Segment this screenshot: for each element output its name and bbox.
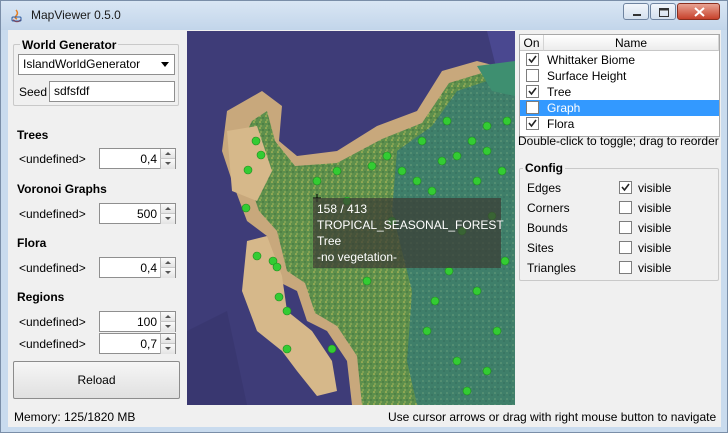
config-checkbox[interactable] bbox=[619, 221, 632, 234]
spinner-down-icon[interactable] bbox=[160, 322, 175, 332]
config-item-label: Corners bbox=[527, 201, 570, 215]
world-generator-title: World Generator bbox=[20, 38, 119, 52]
layer-checkbox[interactable] bbox=[526, 117, 539, 130]
layer-name: Flora bbox=[547, 117, 575, 131]
map-tooltip: 158 / 413 TROPICAL_SEASONAL_FOREST Tree … bbox=[313, 198, 504, 268]
layer-row[interactable]: Tree bbox=[520, 84, 719, 100]
config-checkbox[interactable] bbox=[619, 241, 632, 254]
close-button[interactable] bbox=[677, 3, 720, 20]
layer-checkbox[interactable] bbox=[526, 101, 539, 114]
config-item-label: Edges bbox=[527, 181, 562, 195]
spinner-up-icon[interactable] bbox=[160, 334, 175, 344]
config-title: Config bbox=[523, 161, 565, 175]
config-visible-label: visible bbox=[638, 201, 672, 215]
map-canvas[interactable]: 158 / 413 TROPICAL_SEASONAL_FOREST Tree … bbox=[187, 31, 515, 405]
tooltip-feature: Tree bbox=[317, 234, 342, 248]
trees-spinner-value: 0,4 bbox=[140, 152, 157, 166]
config-visible-label: visible bbox=[638, 261, 672, 275]
minimize-button[interactable] bbox=[623, 3, 649, 20]
config-item-label: Triangles bbox=[527, 261, 576, 275]
app-window: MapViewer 0.5.0 World Generator IslandWo… bbox=[0, 0, 728, 433]
spinner-up-icon[interactable] bbox=[160, 149, 175, 159]
config-visible-label: visible bbox=[638, 221, 672, 235]
java-app-icon bbox=[9, 8, 25, 24]
layer-name: Tree bbox=[547, 85, 572, 99]
regions-param-label-1: <undefined> bbox=[19, 315, 86, 329]
memory-status: Memory: 125/1820 MB bbox=[14, 410, 136, 424]
trees-section-title: Trees bbox=[17, 128, 49, 142]
window-title: MapViewer 0.5.0 bbox=[31, 8, 121, 22]
spinner-down-icon[interactable] bbox=[160, 159, 175, 169]
layer-row[interactable]: Whittaker Biome bbox=[520, 52, 719, 68]
config-item-label: Sites bbox=[527, 241, 554, 255]
voronoi-param-label: <undefined> bbox=[19, 207, 86, 221]
regions-spinner-1[interactable]: 100 bbox=[99, 311, 176, 332]
config-checkbox[interactable] bbox=[619, 261, 632, 274]
spinner-up-icon[interactable] bbox=[160, 204, 175, 214]
regions-section-title: Regions bbox=[17, 290, 65, 304]
regions-spinner-2[interactable]: 0,7 bbox=[99, 333, 176, 354]
regions-spinner-2-value: 0,7 bbox=[140, 337, 157, 351]
trees-spinner[interactable]: 0,4 bbox=[99, 148, 176, 169]
tooltip-vegetation: -no vegetation- bbox=[317, 250, 398, 264]
layer-checkbox[interactable] bbox=[526, 69, 539, 82]
tooltip-biome: TROPICAL_SEASONAL_FOREST bbox=[317, 218, 504, 232]
config-visible-label: visible bbox=[638, 181, 672, 195]
column-header-on[interactable]: On bbox=[520, 35, 544, 51]
voronoi-section-title: Voronoi Graphs bbox=[17, 182, 107, 196]
layer-name: Graph bbox=[547, 101, 581, 115]
layers-hint: Double-click to toggle; drag to reorder bbox=[518, 134, 719, 148]
tooltip-coords: 158 / 413 bbox=[317, 202, 368, 216]
title-bar[interactable]: MapViewer 0.5.0 bbox=[1, 1, 727, 30]
voronoi-spinner[interactable]: 500 bbox=[99, 203, 176, 224]
layer-row[interactable]: Flora bbox=[520, 116, 719, 132]
layer-name: Whittaker Biome bbox=[547, 53, 636, 67]
seed-input[interactable]: sdfsfdf bbox=[49, 81, 175, 102]
main-content: World Generator IslandWorldGenerator See… bbox=[8, 30, 721, 427]
config-visible-label: visible bbox=[638, 241, 672, 255]
layer-checkbox[interactable] bbox=[526, 53, 539, 66]
reload-button[interactable]: Reload bbox=[13, 361, 180, 399]
chevron-down-icon bbox=[161, 62, 169, 67]
spinner-up-icon[interactable] bbox=[160, 312, 175, 322]
layer-name: Surface Height bbox=[547, 69, 627, 83]
config-checkbox[interactable] bbox=[619, 201, 632, 214]
flora-spinner[interactable]: 0,4 bbox=[99, 257, 176, 278]
layer-row-selected[interactable]: Graph bbox=[520, 100, 719, 116]
column-header-name[interactable]: Name bbox=[544, 35, 719, 51]
config-item-label: Bounds bbox=[527, 221, 568, 235]
regions-spinner-1-value: 100 bbox=[136, 315, 157, 329]
navigation-help: Use cursor arrows or drag with right mou… bbox=[388, 410, 717, 424]
trees-param-label: <undefined> bbox=[19, 152, 86, 166]
config-checkbox[interactable] bbox=[619, 181, 632, 194]
spinner-up-icon[interactable] bbox=[160, 258, 175, 268]
generator-select-value: IslandWorldGenerator bbox=[23, 57, 141, 71]
layer-row[interactable]: Surface Height bbox=[520, 68, 719, 84]
flora-section-title: Flora bbox=[17, 236, 47, 250]
spinner-down-icon[interactable] bbox=[160, 268, 175, 278]
spinner-down-icon[interactable] bbox=[160, 344, 175, 354]
flora-param-label: <undefined> bbox=[19, 261, 86, 275]
layers-table: On Name Whittaker Biome Surface Height T… bbox=[519, 34, 720, 137]
seed-label: Seed bbox=[19, 85, 48, 99]
generator-select[interactable]: IslandWorldGenerator bbox=[18, 54, 175, 75]
layer-checkbox[interactable] bbox=[526, 85, 539, 98]
voronoi-spinner-value: 500 bbox=[136, 207, 157, 221]
maximize-button[interactable] bbox=[650, 3, 676, 20]
regions-param-label-2: <undefined> bbox=[19, 337, 86, 351]
spinner-down-icon[interactable] bbox=[160, 214, 175, 224]
flora-spinner-value: 0,4 bbox=[140, 261, 157, 275]
seed-input-value: sdfsfdf bbox=[54, 84, 90, 98]
